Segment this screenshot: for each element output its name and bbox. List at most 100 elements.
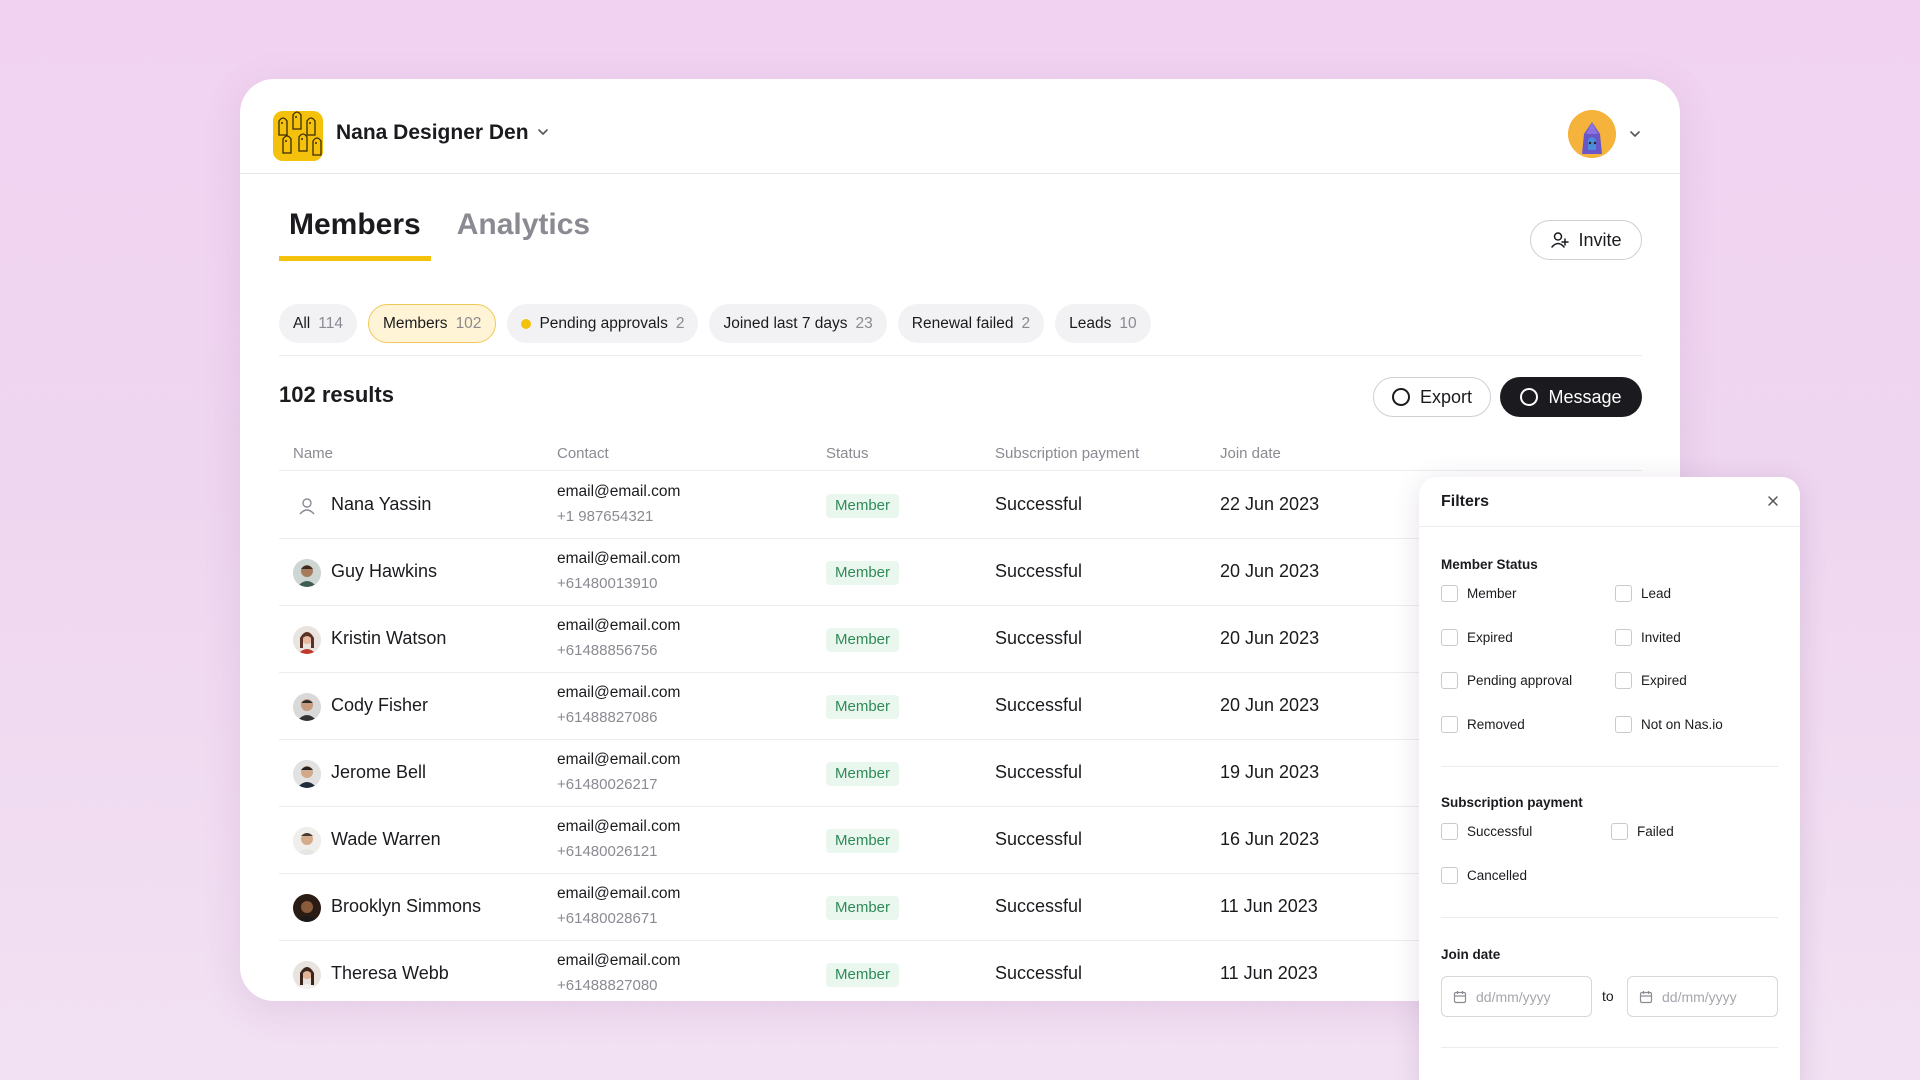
chevron-down-icon[interactable]	[536, 125, 550, 139]
person-placeholder-icon	[293, 492, 321, 520]
status-badge: Member	[826, 695, 900, 719]
add-user-icon	[1551, 232, 1570, 248]
invite-button[interactable]: Invite	[1530, 220, 1642, 260]
member-phone: +61480026121	[557, 843, 658, 860]
avatar	[293, 760, 321, 788]
checkbox[interactable]	[1611, 823, 1628, 840]
divider	[1441, 917, 1778, 918]
status-badge: Member	[826, 494, 900, 518]
avatar	[293, 693, 321, 721]
checkbox[interactable]	[1441, 585, 1458, 602]
member-name[interactable]: Kristin Watson	[331, 628, 446, 649]
option-label: Member	[1467, 586, 1517, 601]
filter-option-removed[interactable]: Removed	[1441, 716, 1525, 733]
member-phone: +61480013910	[557, 575, 658, 592]
account-menu[interactable]	[1568, 110, 1642, 158]
chip-label: Joined last 7 days	[723, 314, 848, 332]
column-header-subscription-payment[interactable]: Subscription payment	[995, 445, 1139, 462]
filter-option-failed[interactable]: Failed	[1611, 823, 1674, 840]
chip-joined-last-7-days[interactable]: Joined last 7 days 23	[709, 304, 887, 343]
date-range-separator: to	[1602, 988, 1614, 1004]
checkbox[interactable]	[1615, 716, 1632, 733]
join-date-to-input[interactable]	[1662, 988, 1757, 1005]
filter-option-cancelled[interactable]: Cancelled	[1441, 867, 1527, 884]
member-phone: +61480028671	[557, 910, 658, 927]
join-date: 20 Jun 2023	[1220, 695, 1320, 715]
join-date-to-field[interactable]	[1627, 976, 1778, 1017]
tab-analytics[interactable]: Analytics	[457, 208, 600, 261]
message-button[interactable]: Message	[1500, 377, 1642, 417]
option-label: Cancelled	[1467, 868, 1528, 883]
member-name[interactable]: Brooklyn Simmons	[331, 896, 481, 917]
filter-option-invited[interactable]: Invited	[1615, 629, 1681, 646]
chip-count: 114	[318, 314, 343, 332]
export-button[interactable]: Export	[1373, 377, 1491, 417]
member-name[interactable]: Nana Yassin	[331, 494, 431, 515]
chip-pending-approvals[interactable]: Pending approvals 2	[507, 304, 699, 343]
invite-label: Invite	[1578, 229, 1622, 250]
filter-option-pending-approval[interactable]: Pending approval	[1441, 672, 1572, 689]
column-header-name[interactable]: Name	[293, 445, 333, 462]
member-name[interactable]: Theresa Webb	[331, 963, 449, 984]
chip-label: Renewal failed	[911, 314, 1014, 332]
table-header: Name Contact Status Subscription payment…	[279, 441, 1642, 471]
column-header-contact[interactable]: Contact	[557, 445, 609, 462]
member-name[interactable]: Jerome Bell	[331, 762, 426, 783]
member-phone: +61488856756	[557, 642, 658, 659]
checkbox[interactable]	[1615, 672, 1632, 689]
column-header-join-date[interactable]: Join date	[1220, 445, 1281, 462]
member-email: email@email.com	[557, 952, 681, 969]
option-label: Lead	[1641, 586, 1672, 601]
community-logo[interactable]	[273, 111, 323, 161]
close-icon[interactable]	[1766, 494, 1780, 508]
join-date: 19 Jun 2023	[1220, 762, 1320, 782]
export-label: Export	[1419, 386, 1473, 407]
join-date: 11 Jun 2023	[1220, 896, 1318, 916]
filter-option-successful[interactable]: Successful	[1441, 823, 1532, 840]
column-header-status[interactable]: Status	[826, 445, 869, 462]
filter-option-not-on-nasio[interactable]: Not on Nas.io	[1615, 716, 1723, 733]
member-name[interactable]: Wade Warren	[331, 829, 441, 850]
member-name[interactable]: Cody Fisher	[331, 695, 428, 716]
checkbox[interactable]	[1441, 716, 1458, 733]
chevron-down-icon[interactable]	[1628, 127, 1642, 141]
checkbox[interactable]	[1441, 672, 1458, 689]
chip-all[interactable]: All 114	[279, 304, 357, 343]
member-email: email@email.com	[557, 751, 681, 768]
member-email: email@email.com	[557, 684, 681, 701]
avatar	[293, 961, 321, 989]
filter-option-member[interactable]: Member	[1441, 585, 1517, 602]
pending-dot-icon	[521, 318, 532, 329]
tab-members[interactable]: Members	[279, 208, 431, 261]
payment-status: Successful	[995, 628, 1083, 648]
user-avatar-illustration-icon	[1568, 110, 1616, 158]
chip-renewal-failed[interactable]: Renewal failed 2	[897, 304, 1045, 343]
checkbox[interactable]	[1441, 823, 1458, 840]
avatar	[293, 626, 321, 654]
member-email: email@email.com	[557, 617, 681, 634]
chip-leads[interactable]: Leads 10	[1055, 304, 1151, 343]
avatar	[293, 827, 321, 855]
payment-status: Successful	[995, 762, 1083, 782]
join-date: 22 Jun 2023	[1220, 494, 1320, 514]
checkbox[interactable]	[1441, 867, 1458, 884]
member-filter-chips: All 114 Members 102 Pending approvals 2 …	[279, 304, 1151, 343]
member-name[interactable]: Guy Hawkins	[331, 561, 437, 582]
filter-option-expired[interactable]: Expired	[1441, 629, 1513, 646]
join-date-from-field[interactable]	[1441, 976, 1592, 1017]
chip-members[interactable]: Members 102	[367, 304, 497, 343]
checkbox[interactable]	[1615, 585, 1632, 602]
payment-status: Successful	[995, 896, 1083, 916]
filter-option-expired-2[interactable]: Expired	[1615, 672, 1687, 689]
join-date-from-input[interactable]	[1476, 988, 1571, 1005]
filter-option-lead[interactable]: Lead	[1615, 585, 1671, 602]
checkbox[interactable]	[1615, 629, 1632, 646]
option-label: Expired	[1467, 630, 1513, 645]
circle-icon	[1520, 388, 1539, 406]
community-name[interactable]: Nana Designer Den	[336, 121, 529, 145]
duck-pattern-icon	[273, 111, 323, 161]
checkbox[interactable]	[1441, 629, 1458, 646]
member-email: email@email.com	[557, 818, 681, 835]
avatar[interactable]	[1568, 110, 1616, 158]
option-label: Removed	[1467, 717, 1525, 732]
